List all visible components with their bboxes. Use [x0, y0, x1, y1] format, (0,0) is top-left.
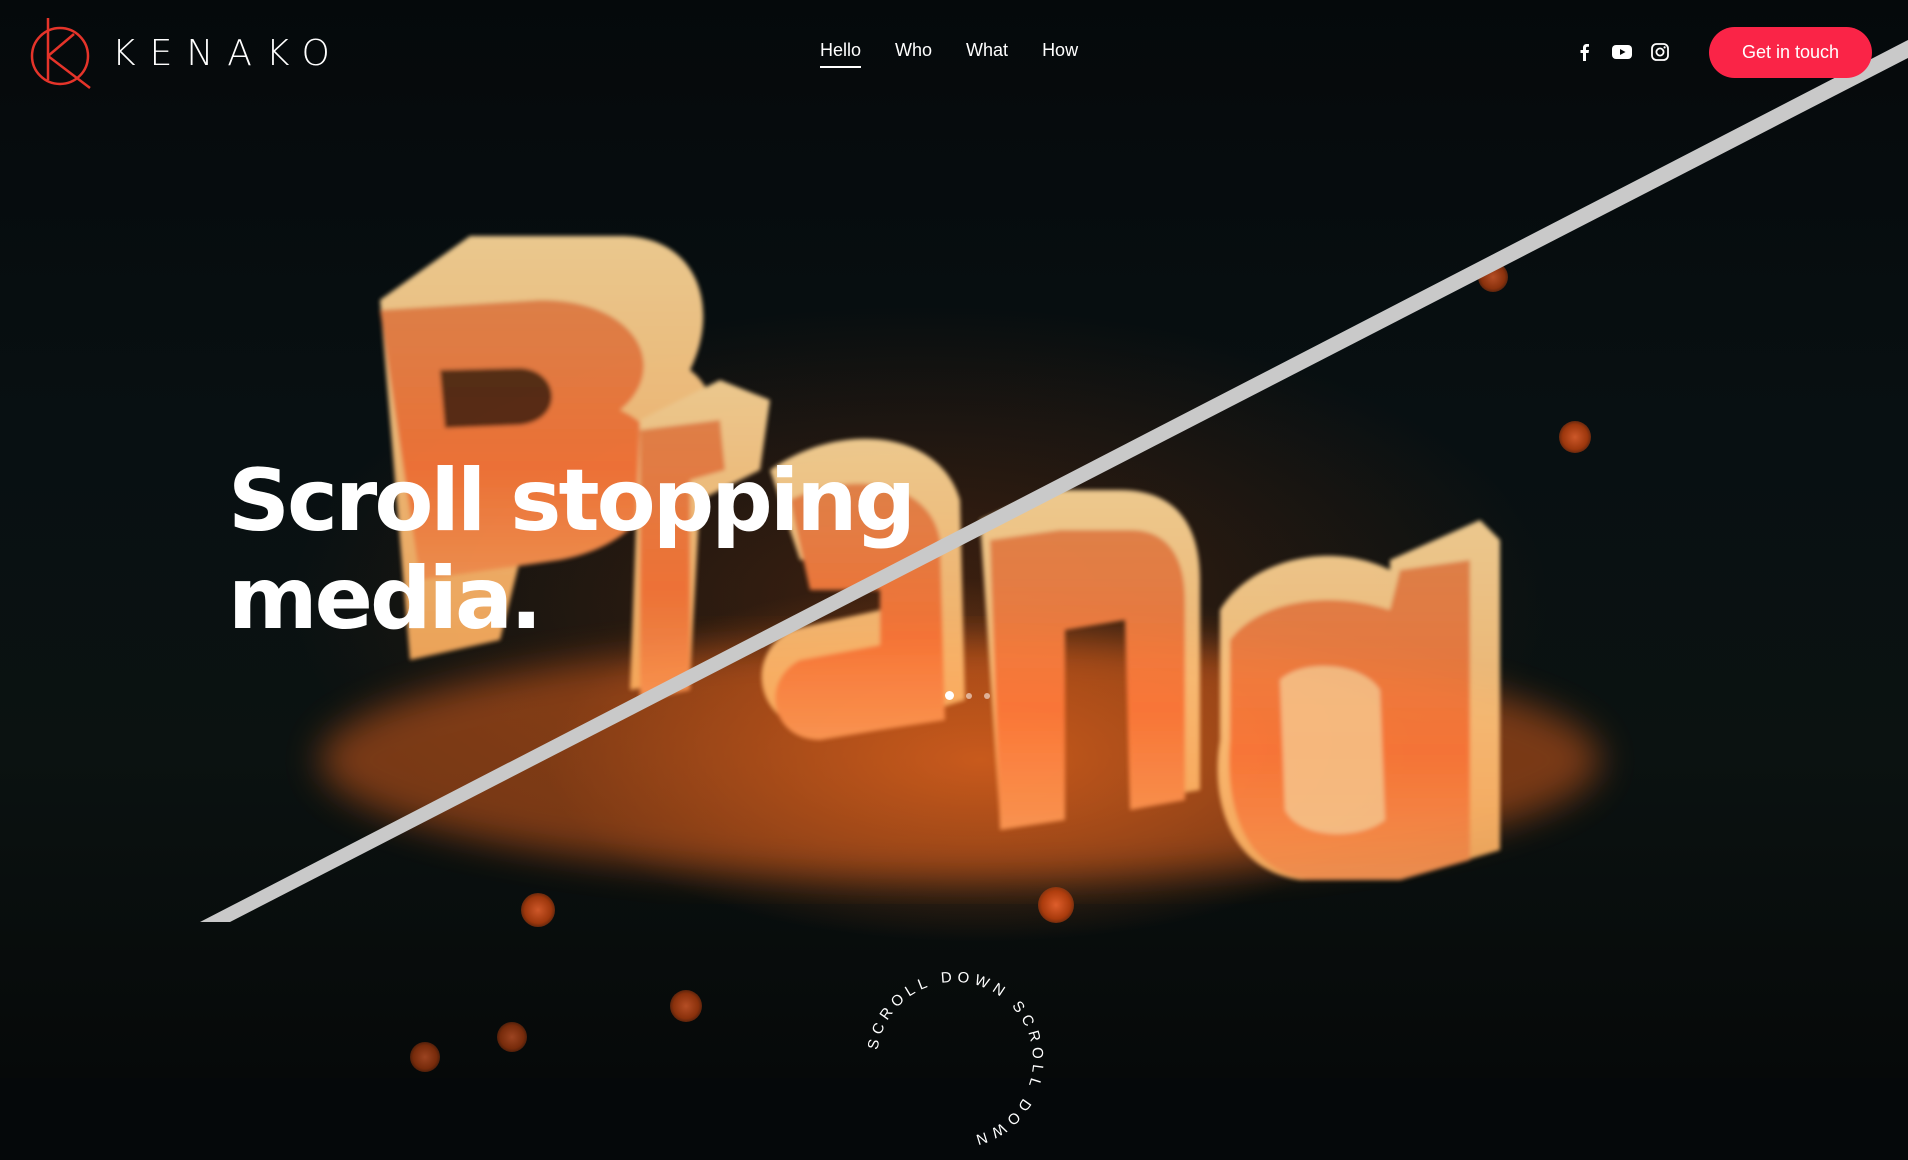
logo[interactable]: KENAKO	[30, 16, 344, 90]
slider-dot-1[interactable]	[945, 691, 954, 700]
main-nav: Hello Who What How	[820, 40, 1112, 68]
logo-text: KENAKO	[112, 32, 344, 74]
facebook-icon[interactable]	[1574, 42, 1594, 62]
slider-pagination	[945, 691, 990, 700]
social-links	[1574, 42, 1670, 62]
nav-item-what[interactable]: What	[966, 40, 1008, 68]
hero-headline-line2: media.	[228, 549, 543, 649]
hero-headline-line1: Scroll stopping	[228, 451, 916, 551]
youtube-icon[interactable]	[1612, 42, 1632, 62]
nav-item-how[interactable]: How	[1042, 40, 1078, 68]
hero-headline: Scroll stopping media.	[228, 451, 916, 649]
nav-item-hello[interactable]: Hello	[820, 40, 862, 68]
site-header: KENAKO Hello Who What How Get in touch	[0, 0, 1908, 106]
scroll-down-badge[interactable]: SCROLL DOWN SCROLL DOWN	[855, 960, 1055, 1160]
scroll-down-text: SCROLL DOWN SCROLL DOWN	[865, 969, 1042, 1150]
slider-dot-2[interactable]	[966, 692, 972, 699]
instagram-icon[interactable]	[1650, 42, 1670, 62]
get-in-touch-button[interactable]: Get in touch	[1709, 27, 1872, 78]
svg-text:SCROLL DOWN SCROLL DOWN: SCROLL DOWN SCROLL DOWN	[865, 969, 1047, 1150]
nav-item-who[interactable]: Who	[895, 40, 932, 68]
kenako-logo-icon	[30, 18, 91, 89]
slider-dot-3[interactable]	[984, 692, 990, 699]
